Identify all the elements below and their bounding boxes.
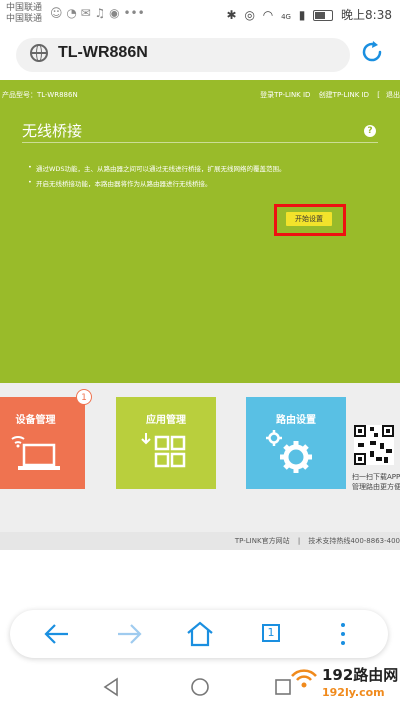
notification-badge: 1 bbox=[76, 389, 92, 405]
app-management-tile[interactable]: 应用管理 bbox=[116, 397, 216, 489]
top-links: 登录TP-LINK ID 创建TP-LINK ID [退出 bbox=[254, 90, 400, 100]
tile-label: 设备管理 bbox=[15, 415, 56, 426]
tab-count: 1 bbox=[262, 624, 280, 642]
laptop-wifi-icon bbox=[11, 436, 60, 470]
watermark-domain: 192ly.com bbox=[322, 686, 385, 699]
tile-label: 路由设置 bbox=[276, 415, 316, 426]
signal-icon: ▮ bbox=[298, 8, 306, 22]
gears-icon bbox=[266, 430, 312, 473]
cat-icon: ◔ bbox=[66, 6, 77, 20]
back-arrow-icon[interactable] bbox=[42, 620, 72, 648]
tabs-button[interactable]: 1 bbox=[257, 620, 287, 648]
bluetooth-icon: ✱ bbox=[226, 8, 237, 22]
support-hotline: 技术支持热线400-8863-400 bbox=[308, 537, 400, 545]
logout-link[interactable]: [退出 bbox=[377, 91, 400, 99]
chat-icon: ✉ bbox=[80, 6, 91, 20]
footer: TP-LINK官方网站 | 技术支持热线400-8863-400 bbox=[229, 536, 400, 546]
carrier-1: 中国联通 bbox=[6, 3, 43, 13]
wifi-icon: ◠ bbox=[262, 8, 274, 22]
qr-code bbox=[354, 425, 394, 465]
eye-icon: ◎ bbox=[244, 8, 255, 22]
qr-caption-1: 扫一扫下载APP bbox=[352, 473, 400, 481]
start-setup-button[interactable]: 开始设置 bbox=[286, 212, 332, 226]
notification-icons: ☺ ◔ ✉ ♫ ◉ ••• bbox=[50, 6, 145, 20]
official-site-link[interactable]: TP-LINK官方网站 bbox=[235, 537, 290, 545]
qr-caption-2: 管理路由更方便 bbox=[352, 483, 400, 491]
help-icon[interactable]: ? bbox=[364, 125, 376, 137]
network-label: 4G bbox=[281, 13, 291, 21]
device-management-tile[interactable]: 设备管理 bbox=[0, 397, 85, 489]
description-1: 通过WDS功能，主、从路由器之间可以通过无线进行桥接，扩展无线网络的覆盖范围。 bbox=[28, 163, 286, 173]
page-title: 无线桥接 bbox=[22, 122, 83, 140]
apps-grid-icon bbox=[141, 433, 186, 468]
logout-label: 退出 bbox=[386, 91, 400, 99]
footer-divider: | bbox=[297, 537, 301, 545]
home-icon[interactable] bbox=[185, 620, 215, 648]
model-label: 产品型号：TL-WR886N bbox=[2, 91, 78, 99]
system-back-icon[interactable] bbox=[100, 676, 122, 698]
create-id-link[interactable]: 创建TP-LINK ID bbox=[319, 91, 369, 99]
battery-icon bbox=[313, 10, 334, 21]
tile-label: 应用管理 bbox=[146, 415, 186, 426]
login-link[interactable]: 登录TP-LINK ID bbox=[260, 91, 310, 99]
refresh-icon[interactable] bbox=[360, 40, 384, 64]
watermark-brand: 192路由网 bbox=[322, 666, 399, 684]
emoji-icon: ☺ bbox=[50, 6, 63, 20]
clock: 晚上8:38 bbox=[341, 8, 392, 22]
weibo-icon: ◉ bbox=[109, 6, 120, 20]
divider bbox=[22, 142, 378, 143]
globe-icon bbox=[30, 44, 48, 62]
router-settings-tile[interactable]: 路由设置 bbox=[246, 397, 346, 489]
status-right: ✱ ◎ ◠ 4G ▮ 晚上8:38 bbox=[223, 6, 392, 23]
status-bar: 中国联通 中国联通 ☺ ◔ ✉ ♫ ◉ ••• ✱ ◎ ◠ 4G ▮ 晚上8:3… bbox=[0, 0, 400, 28]
more-icon: ••• bbox=[123, 6, 145, 20]
system-home-icon[interactable] bbox=[189, 676, 211, 698]
music-icon: ♫ bbox=[94, 6, 106, 20]
carrier-2: 中国联通 bbox=[6, 14, 43, 24]
description-2: 开启无线桥接功能，本路由器将作为从路由器进行无线桥接。 bbox=[28, 178, 211, 188]
forward-arrow-icon[interactable] bbox=[114, 620, 144, 648]
wifi-logo-icon bbox=[291, 669, 317, 688]
url-text[interactable]: TL-WR886N bbox=[58, 44, 148, 62]
more-menu-icon[interactable] bbox=[328, 620, 358, 648]
watermark: 192路由网 192ly.com bbox=[290, 662, 400, 711]
